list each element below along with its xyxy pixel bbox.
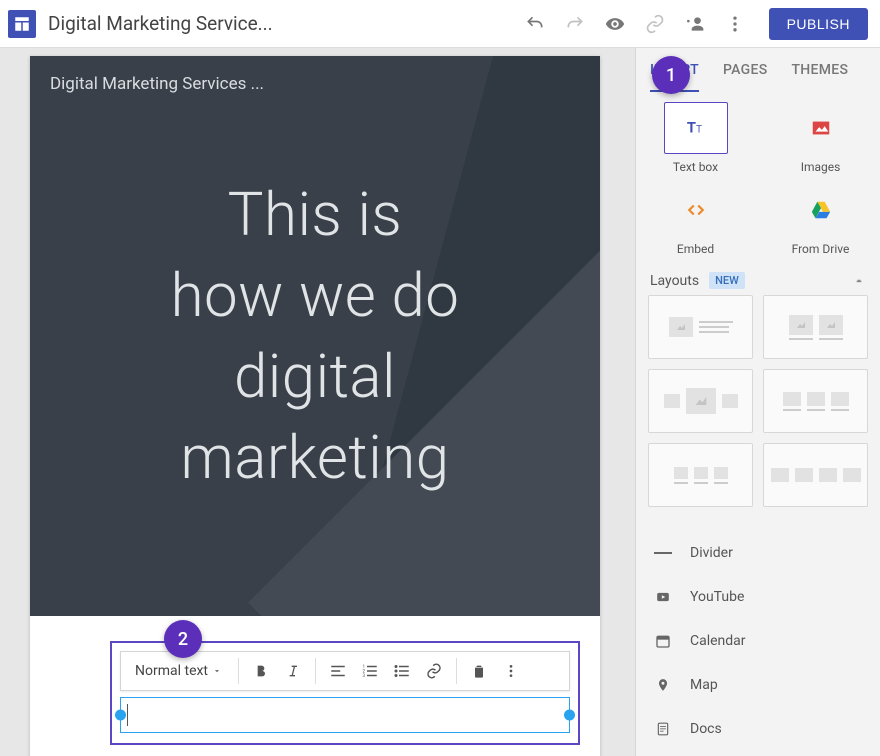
- docs-icon: [654, 720, 672, 738]
- text-input[interactable]: [120, 697, 570, 733]
- app-logo: [8, 10, 36, 38]
- images-icon: [810, 117, 832, 139]
- bulleted-list-icon[interactable]: [386, 655, 418, 687]
- redo-icon[interactable]: [565, 14, 585, 34]
- delete-icon[interactable]: [463, 655, 495, 687]
- tab-pages[interactable]: PAGES: [723, 48, 768, 92]
- layouts-header: Layouts NEW: [636, 262, 880, 295]
- insert-from-drive[interactable]: From Drive: [773, 184, 868, 256]
- toolbar-divider: [456, 658, 457, 684]
- collapse-icon[interactable]: [852, 274, 866, 288]
- page[interactable]: Digital Marketing Services ... This is h…: [30, 56, 600, 756]
- more-icon[interactable]: [725, 14, 745, 34]
- text-caret: [127, 704, 128, 726]
- insert-textbox-label: Text box: [673, 160, 718, 174]
- preview-icon[interactable]: [605, 14, 625, 34]
- insert-from-drive-label: From Drive: [792, 242, 850, 256]
- more-format-icon[interactable]: [495, 655, 527, 687]
- insert-docs-label: Docs: [690, 721, 722, 737]
- bold-icon[interactable]: [245, 655, 277, 687]
- chevron-down-icon: [212, 666, 222, 676]
- top-bar: Digital Marketing Service... PUBLISH: [0, 0, 880, 48]
- youtube-icon: [654, 590, 672, 604]
- insert-textbox[interactable]: TT Text box: [648, 102, 743, 174]
- right-panel: INSERT PAGES THEMES TT Text box Images E…: [635, 48, 880, 756]
- insert-calendar[interactable]: Calendar: [636, 619, 880, 663]
- tab-themes[interactable]: THEMES: [791, 48, 848, 92]
- layout-card-4[interactable]: [763, 369, 868, 433]
- layout-card-1[interactable]: [648, 295, 753, 359]
- step-badge-1: 1: [652, 56, 690, 94]
- insert-images-label: Images: [801, 160, 841, 174]
- insert-grid: TT Text box Images Embed From Drive: [636, 92, 880, 262]
- insert-docs[interactable]: Docs: [636, 707, 880, 751]
- textbox-icon: TT: [682, 117, 710, 139]
- hero-heading[interactable]: This is how we do digital marketing: [170, 174, 460, 498]
- insert-list: Divider YouTube Calendar Map Docs Slides: [636, 531, 880, 756]
- layout-card-3[interactable]: [648, 369, 753, 433]
- insert-youtube-label: YouTube: [690, 589, 744, 605]
- insert-youtube[interactable]: YouTube: [636, 575, 880, 619]
- insert-embed[interactable]: Embed: [648, 184, 743, 256]
- toolbar-divider: [315, 658, 316, 684]
- link-icon[interactable]: [645, 14, 665, 34]
- layout-card-6[interactable]: [763, 443, 868, 507]
- hero-text-wrap: This is how we do digital marketing: [30, 56, 600, 616]
- undo-icon[interactable]: [525, 14, 545, 34]
- layout-card-5[interactable]: [648, 443, 753, 507]
- layouts-grid: [636, 295, 880, 515]
- insert-slides[interactable]: Slides: [636, 751, 880, 756]
- svg-text:3: 3: [363, 673, 366, 679]
- hero-section[interactable]: Digital Marketing Services ... This is h…: [30, 56, 600, 616]
- publish-button[interactable]: PUBLISH: [769, 8, 868, 40]
- map-icon: [654, 676, 672, 694]
- step-badge-2: 2: [164, 620, 202, 658]
- sites-icon: [13, 15, 31, 33]
- italic-icon[interactable]: [277, 655, 309, 687]
- text-style-dropdown[interactable]: Normal text: [125, 663, 232, 679]
- header-toolbar: [525, 14, 745, 34]
- text-style-label: Normal text: [135, 663, 208, 679]
- toolbar-divider: [238, 658, 239, 684]
- new-chip: NEW: [709, 272, 745, 289]
- document-title[interactable]: Digital Marketing Service...: [48, 12, 273, 35]
- layout-card-2[interactable]: [763, 295, 868, 359]
- insert-divider-label: Divider: [690, 545, 733, 561]
- align-icon[interactable]: [322, 655, 354, 687]
- svg-text:T: T: [686, 119, 695, 137]
- insert-map-label: Map: [690, 677, 718, 693]
- numbered-list-icon[interactable]: 123: [354, 655, 386, 687]
- insert-calendar-label: Calendar: [690, 633, 746, 649]
- insert-map[interactable]: Map: [636, 663, 880, 707]
- insert-images[interactable]: Images: [773, 102, 868, 174]
- resize-handle-right[interactable]: [564, 710, 575, 721]
- divider-icon: [654, 551, 672, 555]
- drive-icon: [809, 199, 833, 221]
- insert-embed-label: Embed: [677, 242, 714, 256]
- insert-link-icon[interactable]: [418, 655, 450, 687]
- add-person-icon[interactable]: [685, 14, 705, 34]
- embed-icon: [683, 201, 709, 219]
- resize-handle-left[interactable]: [115, 710, 126, 721]
- insert-divider[interactable]: Divider: [636, 531, 880, 575]
- layouts-label: Layouts: [650, 273, 699, 289]
- svg-text:T: T: [696, 125, 702, 136]
- calendar-icon: [654, 633, 672, 649]
- canvas-area: Digital Marketing Services ... This is h…: [0, 48, 635, 756]
